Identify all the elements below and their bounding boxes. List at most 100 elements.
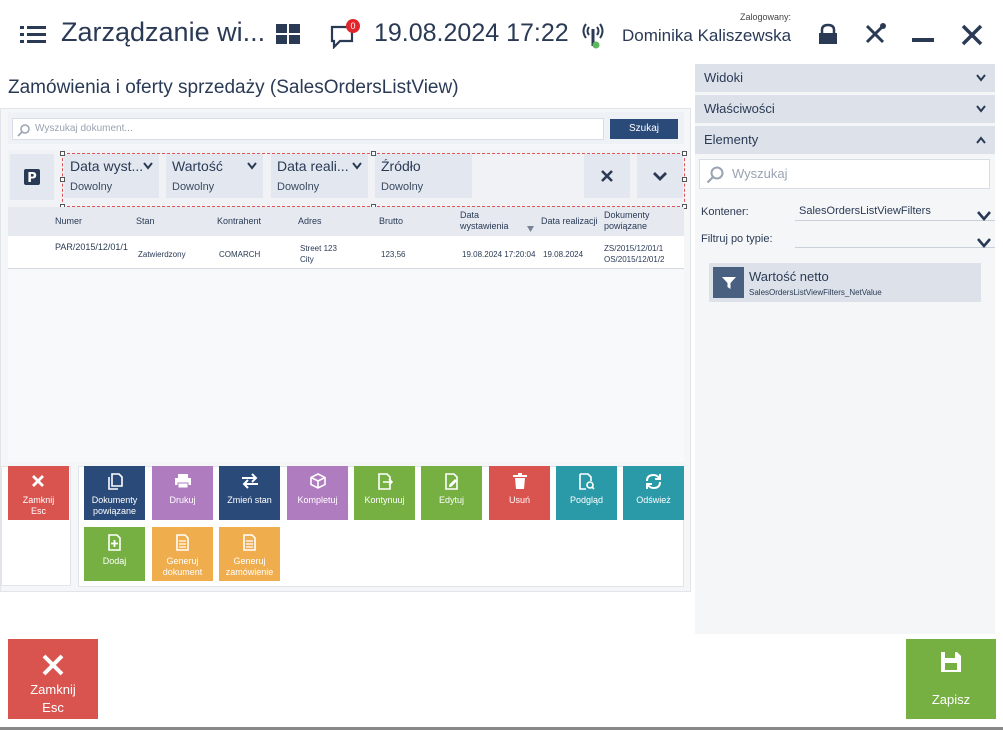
close-shortcut: Esc [42, 700, 64, 715]
selection-outline [62, 153, 685, 207]
user-name[interactable]: Dominika Kaliszewska [622, 26, 791, 46]
element-path: SalesOrdersListViewFilters_NetValue [749, 288, 882, 297]
column-header-gross[interactable]: Brutto [379, 216, 403, 227]
complete-button[interactable]: Kompletuj [287, 466, 348, 520]
container-select[interactable]: SalesOrdersListViewFilters [795, 205, 995, 221]
add-document-icon [107, 533, 121, 551]
datetime: 19.08.2024 17:22 [374, 19, 569, 47]
delete-button[interactable]: Usuń [489, 466, 550, 520]
lock-icon[interactable] [817, 23, 839, 45]
chevron-down-icon [976, 105, 986, 113]
action-label: Generuj zamówienie [225, 556, 274, 577]
refresh-icon [646, 473, 661, 489]
cell-address-line1: Street 123 [300, 244, 337, 253]
edit-document-icon [444, 472, 458, 490]
column-header-state[interactable]: Stan [136, 216, 155, 227]
document-arrow-icon [377, 472, 393, 490]
resize-handle[interactable] [371, 151, 376, 156]
save-label: Zapisz [931, 692, 971, 707]
cell-gross: 123,56 [381, 250, 406, 259]
resize-handle[interactable] [682, 177, 687, 182]
action-label: Usuń [508, 495, 530, 505]
tiles-icon[interactable] [276, 24, 300, 44]
section-label: Widoki [704, 70, 744, 85]
cell-address-line2: City [300, 255, 314, 264]
action-label: Dokumenty powiązane [91, 495, 138, 516]
menu-icon[interactable] [20, 24, 46, 44]
chevron-down-icon [976, 74, 986, 82]
related-documents-button[interactable]: Dokumenty powiązane [84, 466, 145, 520]
parking-icon: P [24, 169, 40, 186]
elements-search-input[interactable]: Wyszukaj [699, 159, 990, 189]
document-search-icon [579, 472, 595, 490]
app-title: Zarządzanie wi... [61, 17, 266, 47]
action-label: Odśwież [636, 495, 671, 505]
column-header-number[interactable]: Numer [55, 216, 82, 227]
action-label: Edytuj [438, 495, 464, 505]
cell-contractor: COMARCH [219, 250, 261, 259]
parameters-button[interactable]: P [10, 154, 54, 200]
connection-icon[interactable] [580, 20, 606, 50]
column-header-related-docs[interactable]: Dokumenty powiązane [604, 210, 666, 232]
notifications-badge: 0 [346, 19, 360, 33]
element-name: Wartość netto [749, 269, 829, 284]
search-button[interactable]: Szukaj [610, 119, 678, 139]
svg-text:P: P [27, 171, 37, 186]
documents-icon [107, 472, 123, 490]
generate-order-button[interactable]: Generuj zamówienie [219, 527, 280, 581]
cell-issue-date: 19.08.2024 17:20:04 [462, 250, 536, 259]
chevron-up-icon [976, 136, 986, 144]
column-header-realization-date[interactable]: Data realizacji [541, 216, 598, 227]
section-label: Właściwości [704, 101, 775, 116]
preview-button[interactable]: Podgląd [556, 466, 617, 520]
cell-realization-date: 19.08.2024 [543, 250, 584, 259]
resize-handle[interactable] [60, 151, 65, 156]
filter-type-label: Filtruj po typie: [701, 233, 773, 245]
inner-close-button[interactable]: Zamknij Esc [8, 466, 69, 520]
cell-related-doc-2: OS/2015/12/01/2 [604, 255, 665, 264]
filter-funnel-icon [713, 267, 744, 298]
add-button[interactable]: Dodaj [84, 527, 145, 581]
tools-icon[interactable] [864, 23, 888, 45]
column-header-issue-date[interactable]: Data wystawienia [460, 210, 522, 232]
save-button[interactable]: Zapisz [906, 639, 996, 719]
refresh-button[interactable]: Odśwież [623, 466, 684, 520]
swap-arrows-icon [241, 473, 258, 489]
action-label: Dodaj [102, 556, 127, 566]
printer-icon [174, 474, 191, 489]
sort-desc-icon [527, 217, 534, 232]
minimize-icon[interactable] [912, 36, 934, 44]
filter-type-select[interactable] [795, 232, 995, 248]
section-label: Elementy [704, 132, 759, 147]
section-elements[interactable]: Elementy [695, 126, 995, 154]
resize-handle[interactable] [682, 151, 687, 156]
close-app-icon[interactable] [961, 24, 983, 46]
inner-close-shortcut: Esc [30, 506, 46, 516]
bottom-bar [0, 634, 1003, 730]
column-header-contractor[interactable]: Kontrahent [217, 216, 261, 227]
continue-button[interactable]: Kontynuuj [354, 466, 415, 520]
chevron-down-icon[interactable] [977, 206, 991, 221]
action-label: Generuj dokument [162, 556, 203, 577]
action-label: Kontynuuj [364, 495, 405, 505]
close-icon [32, 475, 44, 487]
section-properties[interactable]: Właściwości [695, 95, 995, 123]
resize-handle[interactable] [60, 177, 65, 182]
column-header-address[interactable]: Adres [298, 216, 322, 227]
trash-icon [512, 473, 527, 489]
search-icon [706, 166, 724, 184]
cell-number: PAR/2015/12/01/1 [55, 242, 128, 252]
print-button[interactable]: Drukuj [152, 466, 213, 520]
close-button[interactable]: Zamknij Esc [8, 639, 98, 719]
container-label: Kontener: [701, 206, 749, 218]
inner-close-label: Zamknij [22, 495, 55, 505]
section-views[interactable]: Widoki [695, 64, 995, 92]
change-state-button[interactable]: Zmień stan [219, 466, 280, 520]
generate-document-icon [175, 533, 189, 551]
close-label: Zamknij [30, 682, 76, 697]
chevron-down-icon[interactable] [977, 233, 991, 248]
edit-button[interactable]: Edytuj [421, 466, 482, 520]
search-input[interactable]: Wyszukaj dokument... [12, 118, 604, 140]
generate-document-button[interactable]: Generuj dokument [152, 527, 213, 581]
action-label: Drukuj [169, 495, 196, 505]
